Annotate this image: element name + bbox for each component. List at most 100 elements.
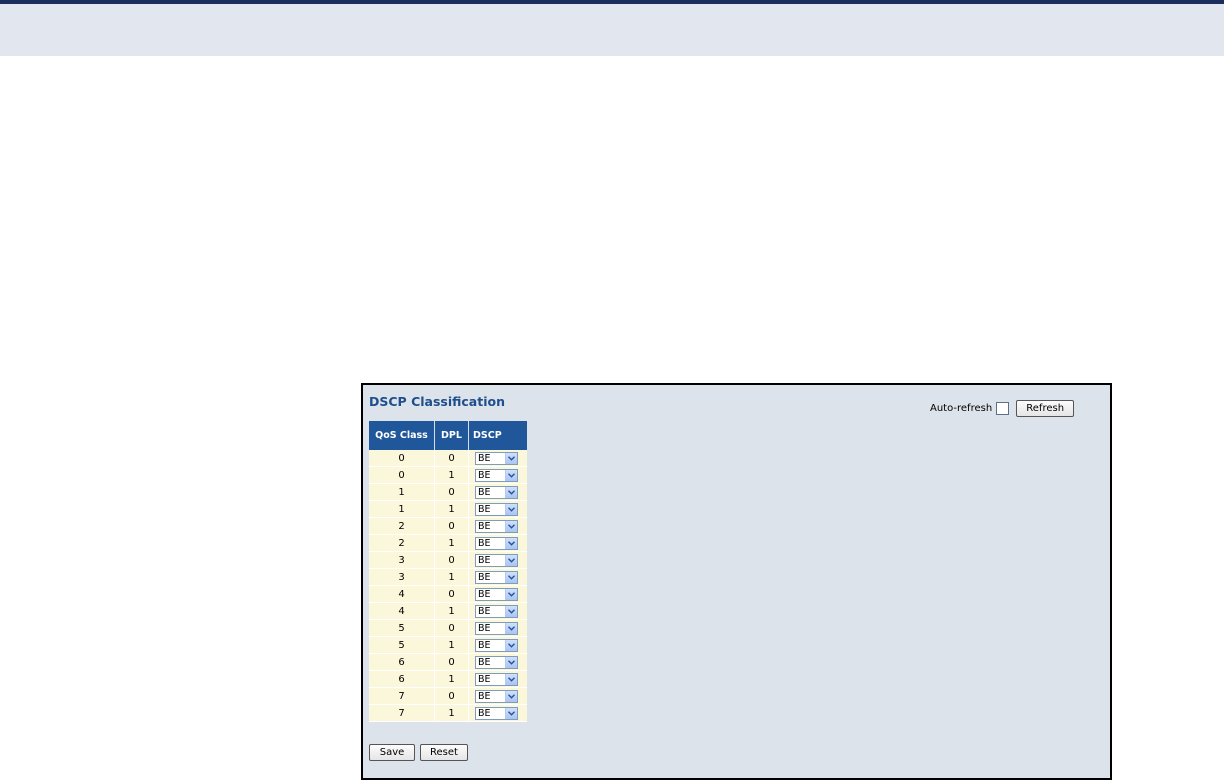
qos-class-cell: 1 xyxy=(369,500,435,518)
qos-class-cell: 1 xyxy=(369,483,435,501)
dscp-select[interactable]: BE xyxy=(475,638,518,652)
dpl-cell: 0 xyxy=(434,450,469,467)
table-body: 0 0 BE 0 1 BE 1 0 BE 1 1 BE 2 0 BE 2 1 BE 3 0 BE 3 1 BE 4 0 BE 4 1 BE… xyxy=(369,450,527,722)
dscp-select[interactable]: BE xyxy=(475,451,518,465)
dpl-cell: 1 xyxy=(434,670,469,688)
chevron-down-icon[interactable] xyxy=(505,605,517,617)
table-row: 5 0 BE xyxy=(369,619,527,637)
chevron-down-icon[interactable] xyxy=(505,537,517,549)
chevron-down-icon[interactable] xyxy=(505,673,517,685)
chevron-down-icon[interactable] xyxy=(505,554,517,566)
qos-class-cell: 2 xyxy=(369,534,435,552)
refresh-button[interactable]: Refresh xyxy=(1016,399,1075,417)
dpl-cell: 0 xyxy=(434,619,469,637)
dpl-cell: 0 xyxy=(434,687,469,705)
chevron-down-icon[interactable] xyxy=(505,469,517,481)
chevron-down-icon[interactable] xyxy=(505,503,517,515)
dscp-cell: BE xyxy=(468,551,527,569)
dscp-select[interactable]: BE xyxy=(475,706,518,720)
chevron-down-icon[interactable] xyxy=(505,486,517,498)
dscp-cell: BE xyxy=(468,653,527,671)
dscp-cell: BE xyxy=(468,636,527,654)
chevron-down-icon[interactable] xyxy=(505,622,517,634)
dpl-cell: 1 xyxy=(434,704,469,722)
table-row: 1 0 BE xyxy=(369,483,527,501)
dscp-select-value: BE xyxy=(478,605,491,617)
table-header-row: QoS Class DPL DSCP xyxy=(369,421,527,450)
dscp-classification-table: QoS Class DPL DSCP 0 0 BE 0 1 BE 1 0 BE 1 1 BE 2 0 BE 2… xyxy=(369,421,527,722)
qos-class-cell: 7 xyxy=(369,687,435,705)
header-dpl: DPL xyxy=(434,421,469,450)
chevron-down-icon[interactable] xyxy=(505,707,517,719)
form-actions: Save Reset xyxy=(369,744,468,761)
qos-class-cell: 7 xyxy=(369,704,435,722)
qos-class-cell: 0 xyxy=(369,450,435,467)
dpl-cell: 1 xyxy=(434,466,469,484)
dscp-select[interactable]: BE xyxy=(475,553,518,567)
dscp-select[interactable]: BE xyxy=(475,655,518,669)
chevron-down-icon[interactable] xyxy=(505,656,517,668)
dscp-cell: BE xyxy=(468,500,527,518)
table-row: 3 0 BE xyxy=(369,551,527,569)
dscp-select[interactable]: BE xyxy=(475,468,518,482)
dscp-cell: BE xyxy=(468,670,527,688)
dscp-select-value: BE xyxy=(478,571,491,583)
dscp-select-value: BE xyxy=(478,656,491,668)
dscp-select[interactable]: BE xyxy=(475,485,518,499)
dscp-cell: BE xyxy=(468,483,527,501)
dscp-cell: BE xyxy=(468,602,527,620)
dscp-cell: BE xyxy=(468,585,527,603)
dpl-cell: 0 xyxy=(434,653,469,671)
dscp-select[interactable]: BE xyxy=(475,502,518,516)
reset-button[interactable]: Reset xyxy=(420,744,468,761)
table-row: 6 1 BE xyxy=(369,670,527,688)
chevron-down-icon[interactable] xyxy=(505,588,517,600)
auto-refresh-group: Auto-refresh Refresh xyxy=(930,399,1075,417)
header-dscp: DSCP xyxy=(468,421,527,450)
dscp-select[interactable]: BE xyxy=(475,536,518,550)
dscp-select[interactable]: BE xyxy=(475,570,518,584)
chevron-down-icon[interactable] xyxy=(505,520,517,532)
qos-class-cell: 5 xyxy=(369,636,435,654)
chevron-down-icon[interactable] xyxy=(505,452,517,464)
dscp-cell: BE xyxy=(468,517,527,535)
table-row: 0 0 BE xyxy=(369,450,527,467)
dpl-cell: 1 xyxy=(434,568,469,586)
dscp-table-container: QoS Class DPL DSCP 0 0 BE 0 1 BE 1 0 BE 1 1 BE 2 0 BE 2… xyxy=(369,421,527,722)
dscp-select[interactable]: BE xyxy=(475,689,518,703)
dscp-select-value: BE xyxy=(478,537,491,549)
dscp-cell: BE xyxy=(468,687,527,705)
dscp-select[interactable]: BE xyxy=(475,587,518,601)
top-banner xyxy=(0,0,1224,56)
chevron-down-icon[interactable] xyxy=(505,690,517,702)
dpl-cell: 1 xyxy=(434,636,469,654)
qos-class-cell: 5 xyxy=(369,619,435,637)
chevron-down-icon[interactable] xyxy=(505,571,517,583)
dscp-select-value: BE xyxy=(478,622,491,634)
page-title: DSCP Classification xyxy=(369,394,505,409)
table-row: 0 1 BE xyxy=(369,466,527,484)
dscp-select-value: BE xyxy=(478,690,491,702)
dscp-select[interactable]: BE xyxy=(475,604,518,618)
dscp-select-value: BE xyxy=(478,639,491,651)
dscp-select-value: BE xyxy=(478,673,491,685)
qos-class-cell: 6 xyxy=(369,653,435,671)
dscp-cell: BE xyxy=(468,534,527,552)
dpl-cell: 1 xyxy=(434,534,469,552)
table-row: 7 0 BE xyxy=(369,687,527,705)
table-row: 2 1 BE xyxy=(369,534,527,552)
table-row: 2 0 BE xyxy=(369,517,527,535)
dscp-select[interactable]: BE xyxy=(475,519,518,533)
dscp-select[interactable]: BE xyxy=(475,621,518,635)
table-row: 7 1 BE xyxy=(369,704,527,722)
qos-class-cell: 3 xyxy=(369,551,435,569)
chevron-down-icon[interactable] xyxy=(505,639,517,651)
save-button[interactable]: Save xyxy=(369,744,415,761)
table-row: 5 1 BE xyxy=(369,636,527,654)
dscp-select-value: BE xyxy=(478,520,491,532)
dscp-select[interactable]: BE xyxy=(475,672,518,686)
table-row: 4 1 BE xyxy=(369,602,527,620)
dscp-cell: BE xyxy=(468,466,527,484)
auto-refresh-checkbox[interactable] xyxy=(996,401,1010,415)
dscp-cell: BE xyxy=(468,450,527,467)
